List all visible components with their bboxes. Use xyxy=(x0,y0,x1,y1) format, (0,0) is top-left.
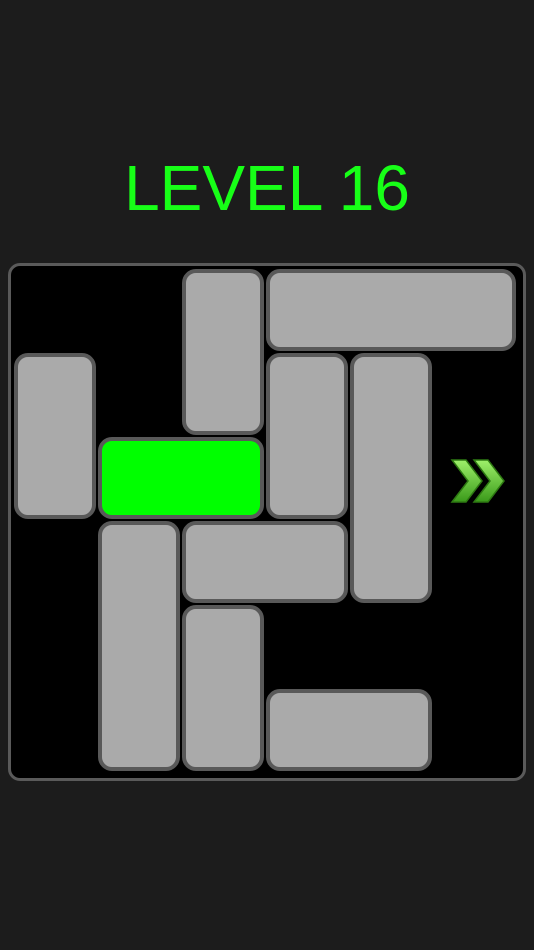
target-block[interactable] xyxy=(98,437,264,519)
sliding-block-v4[interactable] xyxy=(350,353,432,603)
puzzle-board xyxy=(8,263,526,781)
sliding-block-h1[interactable] xyxy=(266,269,516,351)
sliding-block-v3[interactable] xyxy=(266,353,348,519)
exit-arrow-icon[interactable] xyxy=(448,454,508,508)
level-title: LEVEL 16 xyxy=(124,152,410,224)
sliding-block-v1[interactable] xyxy=(182,269,264,435)
sliding-block-v6[interactable] xyxy=(182,605,264,771)
double-chevron-right-icon xyxy=(450,459,505,503)
sliding-block-h2[interactable] xyxy=(182,521,348,603)
sliding-block-v5[interactable] xyxy=(98,521,180,771)
sliding-block-h3[interactable] xyxy=(266,689,432,771)
sliding-block-v2[interactable] xyxy=(14,353,96,519)
